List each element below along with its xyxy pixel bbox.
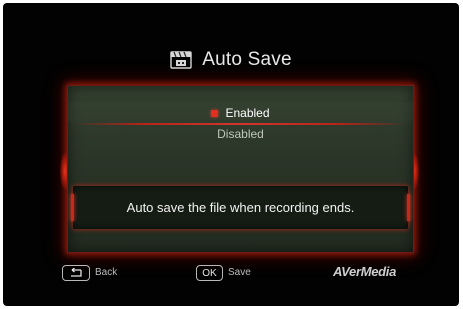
settings-panel: Enabled Disabled Auto save the file when… <box>67 85 414 253</box>
footer-bar: Back OK Save AVerMedia <box>3 264 459 285</box>
option-disabled[interactable]: Disabled <box>68 124 413 144</box>
selected-indicator-icon <box>211 109 219 117</box>
film-clapper-icon <box>170 51 192 69</box>
save-button[interactable]: OK <box>196 265 223 281</box>
device-screen: Auto Save Enabled Disabled Auto save the… <box>3 3 459 306</box>
ok-key-label: OK <box>202 267 217 279</box>
save-label: Save <box>228 267 251 278</box>
option-enabled[interactable]: Enabled <box>68 102 413 125</box>
description-box: Auto save the file when recording ends. <box>71 186 410 229</box>
brand-logo: AVerMedia <box>333 264 397 279</box>
option-enabled-label: Enabled <box>225 106 270 120</box>
back-label: Back <box>95 267 118 278</box>
title-bar: Auto Save <box>3 45 459 75</box>
page-title: Auto Save <box>202 49 292 70</box>
back-button[interactable] <box>62 265 90 281</box>
description-text: Auto save the file when recording ends. <box>126 200 355 215</box>
option-list: Enabled Disabled <box>68 102 413 144</box>
return-arrow-icon <box>71 268 82 277</box>
option-disabled-label: Disabled <box>217 127 264 141</box>
